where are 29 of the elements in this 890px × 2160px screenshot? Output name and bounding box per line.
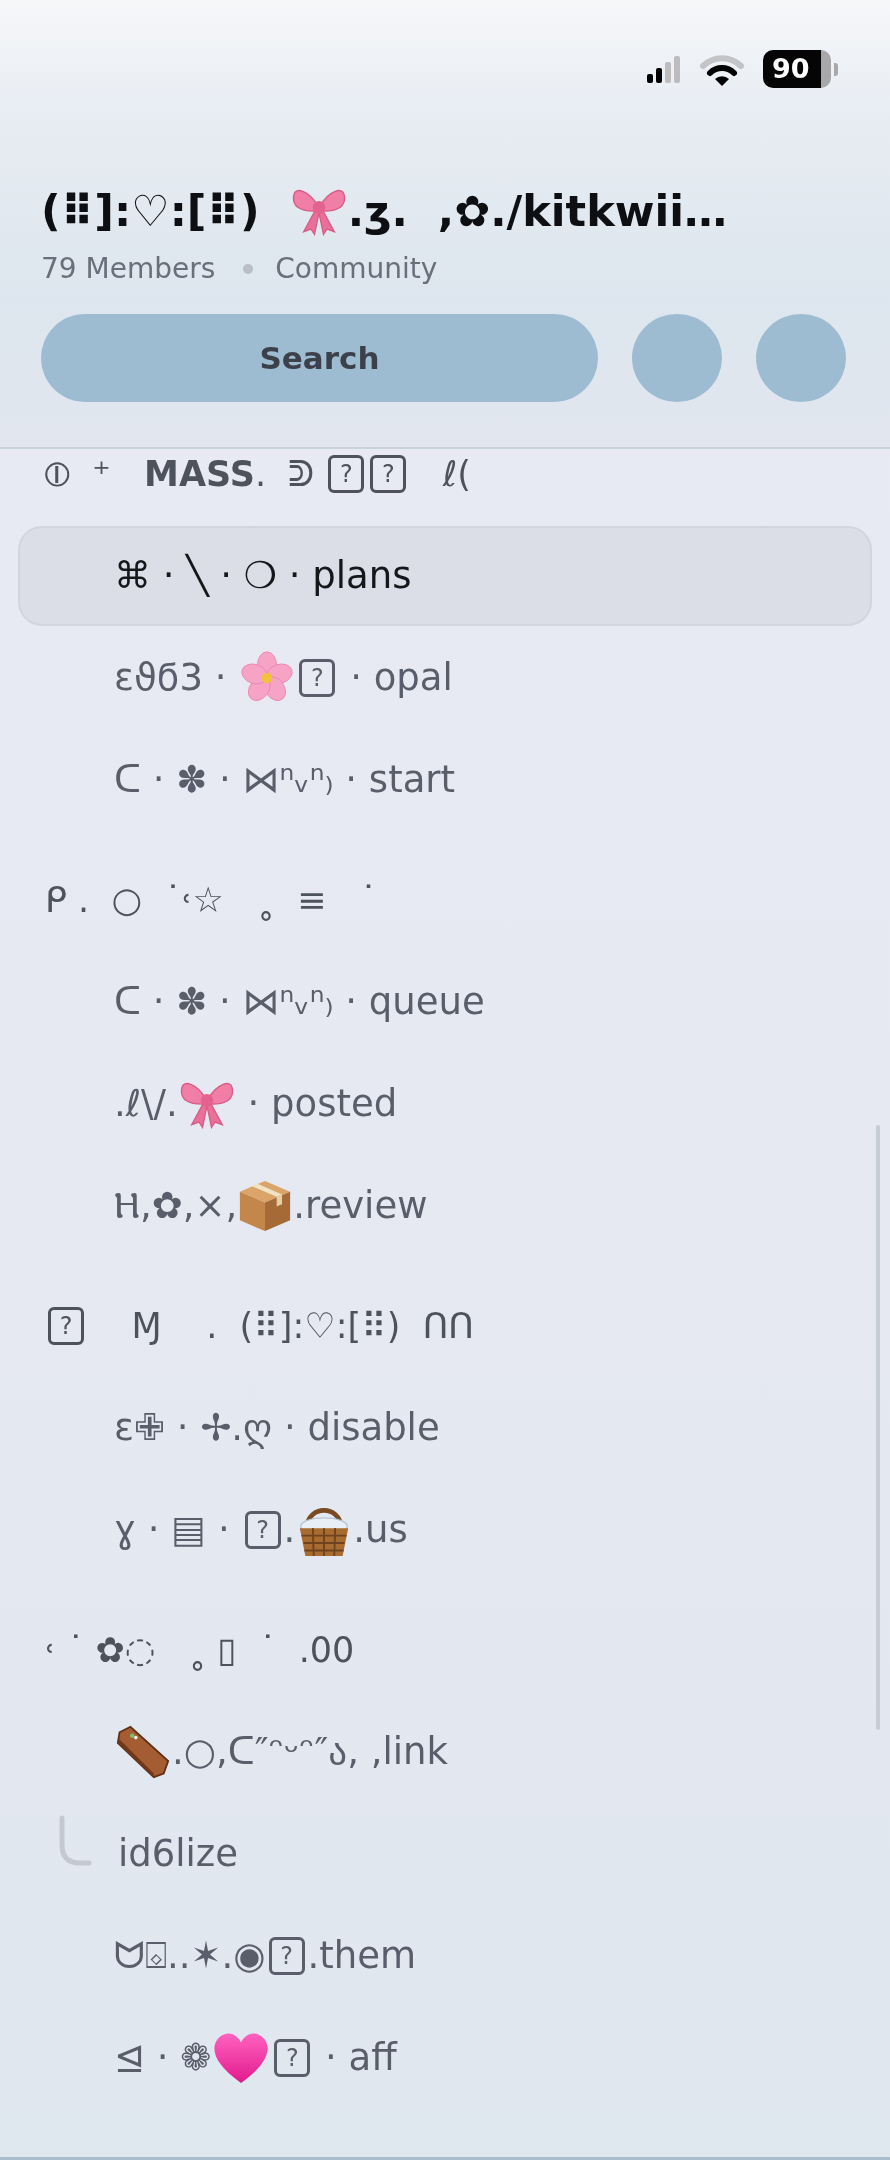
battery-indicator: 90 [763, 50, 838, 88]
channel-item[interactable]: ɛ✙ · ✢.ღ · disable [114, 1405, 440, 1451]
category-header[interactable]: ⦶ ⁺ MASS. ᕲ ? ? ℓ( [45, 453, 471, 495]
server-type: Community [275, 251, 438, 287]
signal-icon [647, 55, 681, 83]
search-button[interactable]: Search [41, 314, 598, 402]
channel-item[interactable]: ɛϑϭ3 · ? · opal [114, 651, 453, 705]
scrollbar[interactable] [876, 1125, 880, 1730]
member-count: 79 Members [41, 251, 216, 287]
coffin-icon [116, 1725, 170, 1779]
separator-dot-icon [243, 264, 254, 274]
channel-item[interactable]: Ⲏ,✿,×, .review [114, 1179, 428, 1233]
heart-icon [213, 2032, 270, 2084]
wifi-icon [699, 52, 745, 86]
thread-item[interactable]: id6lize [118, 1831, 239, 1877]
category-header[interactable]: ᑭ . ○ ˙˓☆ ˳ ≡ ˙ [45, 879, 378, 921]
channel-item[interactable]: ⌘ · ╲ · ❍ · plans [18, 526, 872, 626]
category-header[interactable]: ? Ɱ . (⠿]:♡:[⠿) ᑎᑎ [45, 1305, 474, 1347]
channel-item[interactable]: .ℓ\/. · posted [114, 1079, 398, 1129]
category-header[interactable]: ˓ ˙ ✿◌ ˳ ▯ ˙ .00 [45, 1629, 355, 1671]
channel-item[interactable]: ᗢ⌺..✶.◉ ? .them [114, 1933, 417, 1979]
channel-item[interactable]: .○,ᑕ″ᵔᵕᵔ″ა, ,link [114, 1725, 448, 1779]
thread-connector [58, 1815, 92, 1867]
package-icon [239, 1179, 292, 1233]
channel-item[interactable]: ɣ · ▤ · ? . .us [114, 1503, 408, 1557]
server-name[interactable]: (⠿]:♡:[⠿) .ʒ. ,✿./kitkwii… [41, 185, 727, 237]
channel-item[interactable]: ⊴ · ❁ ? · aff [114, 2032, 397, 2084]
channel-item[interactable]: ᑕ · ✽ · ⋈ⁿᵥⁿ₎ · start [114, 757, 456, 803]
channel-item[interactable]: ᑕ · ✽ · ⋈ⁿᵥⁿ₎ · queue [114, 979, 485, 1025]
